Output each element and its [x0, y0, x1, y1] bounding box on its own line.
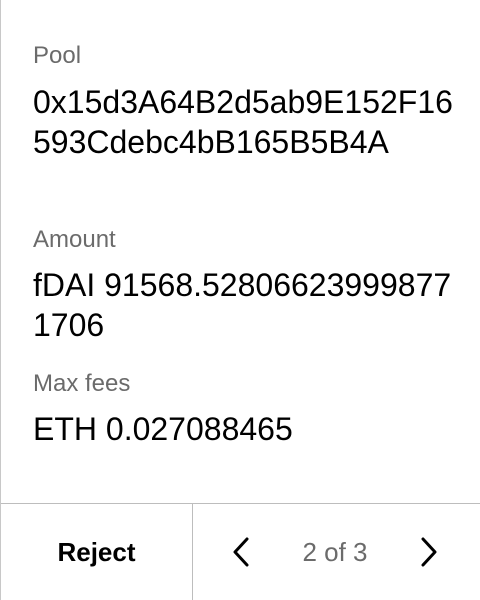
pagination: 2 of 3: [193, 504, 480, 600]
chevron-right-icon[interactable]: [417, 536, 441, 568]
max-fees-label: Max fees: [33, 370, 131, 397]
pool-address: 0x15d3A64B2d5ab9E152F16593Cdebc4bB165B5B…: [33, 84, 453, 160]
max-fees-value: ETH 0.027088465: [33, 411, 293, 447]
transaction-review-screen: Pool 0x15d3A64B2d5ab9E152F16593Cdebc4bB1…: [0, 0, 480, 600]
amount-label: Amount: [33, 226, 116, 253]
page-indicator: 2 of 3: [302, 537, 368, 567]
transaction-details: Pool 0x15d3A64B2d5ab9E152F16593Cdebc4bB1…: [1, 0, 480, 503]
footer-bar: Reject 2 of 3: [1, 503, 480, 600]
amount-value: fDAI 91568.528066239998771706: [33, 267, 452, 343]
pool-label: Pool: [33, 42, 82, 69]
chevron-left-icon[interactable]: [229, 536, 253, 568]
reject-button[interactable]: Reject: [1, 504, 193, 600]
